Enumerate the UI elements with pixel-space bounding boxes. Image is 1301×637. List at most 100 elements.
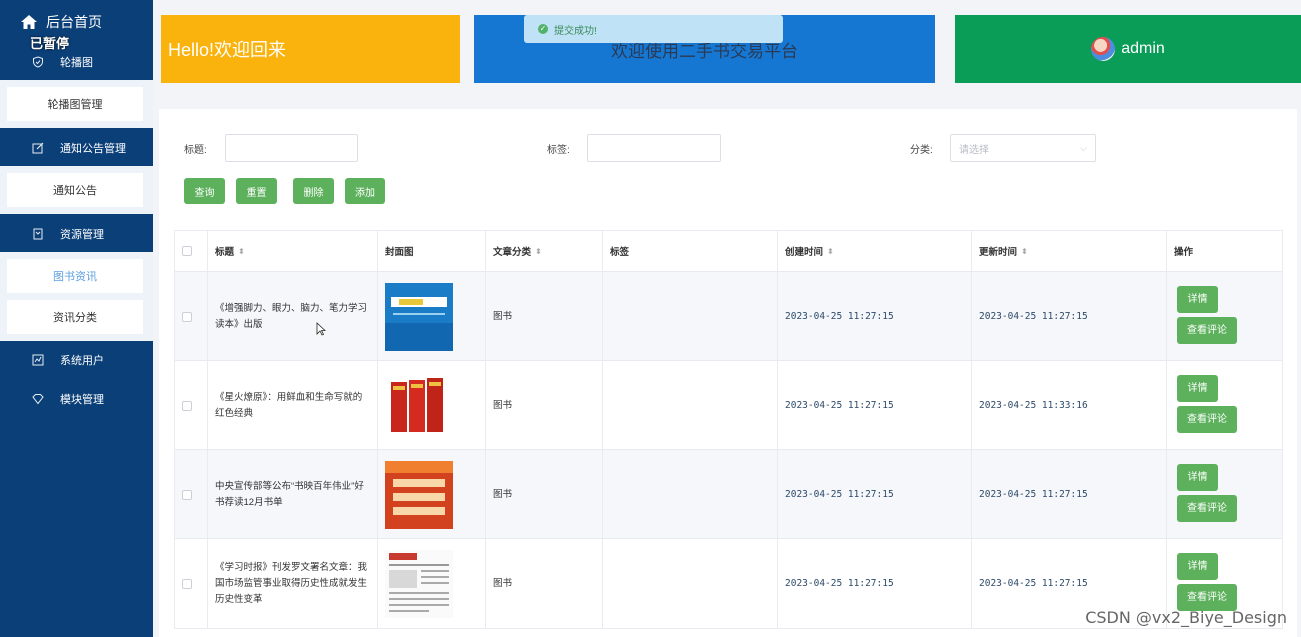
header-created[interactable]: 创建时间 ⬍ bbox=[778, 231, 972, 271]
view-comments-button[interactable]: 查看评论 bbox=[1177, 406, 1237, 433]
cell-title: 《星火燎原》：用鲜血和生命写就的红色经典 bbox=[208, 361, 378, 450]
cell-updated: 2023-04-25 11:33:16 bbox=[972, 361, 1167, 450]
delete-button[interactable]: 删除 bbox=[293, 178, 334, 204]
menu-group-notice[interactable]: 通知公告管理 bbox=[0, 130, 153, 166]
shield-icon bbox=[33, 56, 43, 68]
sort-icon[interactable]: ⬍ bbox=[1021, 247, 1028, 256]
cell-category: 图书 bbox=[486, 450, 603, 539]
cell-actions: 详情 查看评论 bbox=[1167, 361, 1284, 450]
cell-category: 图书 bbox=[486, 539, 603, 628]
cell-title: 中央宣传部等公布“书映百年伟业”好书荐读12月书单 bbox=[208, 450, 378, 539]
sidebar-item-carousel-manage[interactable]: 轮播图管理 bbox=[7, 87, 143, 121]
view-comments-button[interactable]: 查看评论 bbox=[1177, 317, 1237, 344]
sidebar-item-news-category[interactable]: 资讯分类 bbox=[7, 300, 143, 334]
watermark: CSDN @vx2_Biye_Design bbox=[1085, 608, 1287, 627]
sidebar-item-book-news[interactable]: 图书资讯 bbox=[7, 259, 143, 293]
check-icon: ✓ bbox=[538, 24, 548, 34]
header-cover: 封面图 bbox=[378, 231, 486, 271]
cell-tag bbox=[603, 539, 778, 628]
view-comments-button[interactable]: 查看评论 bbox=[1177, 495, 1237, 522]
sort-icon[interactable]: ⬍ bbox=[535, 247, 542, 256]
menu-group-users[interactable]: 系统用户 bbox=[0, 342, 153, 378]
book-cover-image[interactable] bbox=[385, 282, 453, 351]
cell-updated: 2023-04-25 11:27:15 bbox=[972, 450, 1167, 539]
header-title[interactable]: 标题 ⬍ bbox=[208, 231, 378, 271]
cell-cover bbox=[378, 450, 486, 539]
cell-cover bbox=[378, 361, 486, 450]
chart-icon bbox=[32, 354, 44, 366]
menu-group-carousel[interactable]: 轮播图 bbox=[0, 44, 153, 80]
detail-button[interactable]: 详情 bbox=[1177, 286, 1218, 313]
admin-username: admin bbox=[1121, 40, 1165, 57]
sort-icon[interactable]: ⬍ bbox=[827, 247, 834, 256]
menu-group-label: 系统用户 bbox=[60, 355, 104, 367]
tag-filter-label: 标签: bbox=[547, 145, 570, 156]
cell-category: 图书 bbox=[486, 272, 603, 361]
sidebar-home-link[interactable]: 后台首页 bbox=[20, 11, 150, 33]
table-row: 《增强脚力、眼力、脑力、笔力学习读本》出版 图书 2023-04-25 11:2… bbox=[175, 272, 1282, 361]
avatar bbox=[1091, 37, 1116, 61]
cell-title: 《学习时报》刊发罗文署名文章：我国市场监管事业取得历史性成就发生历史性变革 bbox=[208, 539, 378, 628]
row-select-cell bbox=[175, 450, 208, 539]
reset-button[interactable]: 重置 bbox=[236, 178, 277, 204]
header-updated[interactable]: 更新时间 ⬍ bbox=[972, 231, 1167, 271]
sidebar: 后台首页 已暂停 轮播图 轮播图管理 通知公告管理 通知公告 资源管理 图书资讯… bbox=[0, 0, 153, 637]
detail-button[interactable]: 详情 bbox=[1177, 375, 1218, 402]
cell-tag bbox=[603, 361, 778, 450]
view-comments-button[interactable]: 查看评论 bbox=[1177, 584, 1237, 611]
row-checkbox[interactable] bbox=[182, 578, 192, 589]
book-icon bbox=[33, 228, 43, 240]
news-table: 标题 ⬍ 封面图 文章分类 ⬍ 标签 创建时间 ⬍ 更新时间 ⬍ 操作 《增强脚力、眼力… bbox=[174, 230, 1283, 629]
diamond-icon bbox=[32, 394, 44, 405]
menu-group-label: 模块管理 bbox=[60, 394, 104, 406]
table-row: 中央宣传部等公布“书映百年伟业”好书荐读12月书单 图书 2023-04-25 … bbox=[175, 450, 1282, 539]
mouse-cursor-icon bbox=[316, 322, 327, 339]
row-checkbox[interactable] bbox=[182, 400, 192, 411]
cell-actions: 详情 查看评论 bbox=[1167, 272, 1284, 361]
sort-icon[interactable]: ⬍ bbox=[238, 247, 245, 256]
tag-filter-input[interactable] bbox=[587, 134, 721, 162]
toast-message: 提交成功! bbox=[554, 25, 597, 37]
book-cover-image[interactable] bbox=[385, 460, 453, 529]
edit-icon bbox=[32, 142, 44, 154]
menu-group-modules[interactable]: 模块管理 bbox=[0, 381, 153, 417]
home-label: 后台首页 bbox=[46, 14, 102, 30]
category-placeholder: 请选择 bbox=[959, 144, 989, 156]
sidebar-item-notice[interactable]: 通知公告 bbox=[7, 173, 143, 207]
cell-created: 2023-04-25 11:27:15 bbox=[778, 450, 972, 539]
cell-created: 2023-04-25 11:27:15 bbox=[778, 361, 972, 450]
admin-card[interactable]: admin bbox=[955, 15, 1301, 83]
header-category[interactable]: 文章分类 ⬍ bbox=[486, 231, 603, 271]
header-actions: 操作 bbox=[1174, 247, 1194, 258]
row-checkbox[interactable] bbox=[182, 489, 192, 500]
select-all-cell bbox=[175, 231, 208, 271]
title-filter-label: 标题: bbox=[184, 145, 207, 156]
menu-group-resources[interactable]: 资源管理 bbox=[0, 216, 153, 252]
menu-group-label: 资源管理 bbox=[60, 229, 104, 241]
cell-cover bbox=[378, 539, 486, 628]
success-toast: ✓ 提交成功! bbox=[524, 15, 783, 43]
category-filter-label: 分类: bbox=[910, 145, 933, 156]
header-tag: 标签 bbox=[603, 231, 778, 271]
hello-card: Hello!欢迎回来 bbox=[161, 15, 460, 83]
title-filter-input[interactable] bbox=[225, 134, 358, 162]
detail-button[interactable]: 详情 bbox=[1177, 464, 1218, 491]
row-select-cell bbox=[175, 539, 208, 628]
menu-group-label: 通知公告管理 bbox=[60, 143, 126, 155]
add-button[interactable]: 添加 bbox=[345, 178, 385, 204]
cell-created: 2023-04-25 11:27:15 bbox=[778, 272, 972, 361]
cell-tag bbox=[603, 272, 778, 361]
row-checkbox[interactable] bbox=[182, 311, 192, 322]
table-header: 标题 ⬍ 封面图 文章分类 ⬍ 标签 创建时间 ⬍ 更新时间 ⬍ 操作 bbox=[175, 231, 1282, 272]
home-icon bbox=[21, 15, 37, 29]
cell-cover bbox=[378, 272, 486, 361]
query-button[interactable]: 查询 bbox=[184, 178, 225, 204]
category-select[interactable]: 请选择 ⌵ bbox=[950, 134, 1096, 162]
detail-button[interactable]: 详情 bbox=[1177, 553, 1218, 580]
newspaper-cover-image[interactable] bbox=[385, 549, 453, 618]
cell-created: 2023-04-25 11:27:15 bbox=[778, 539, 972, 628]
book-cover-image[interactable] bbox=[385, 371, 453, 440]
cell-actions: 详情 查看评论 bbox=[1167, 450, 1284, 539]
select-all-checkbox[interactable] bbox=[182, 246, 192, 256]
cell-category: 图书 bbox=[486, 361, 603, 450]
